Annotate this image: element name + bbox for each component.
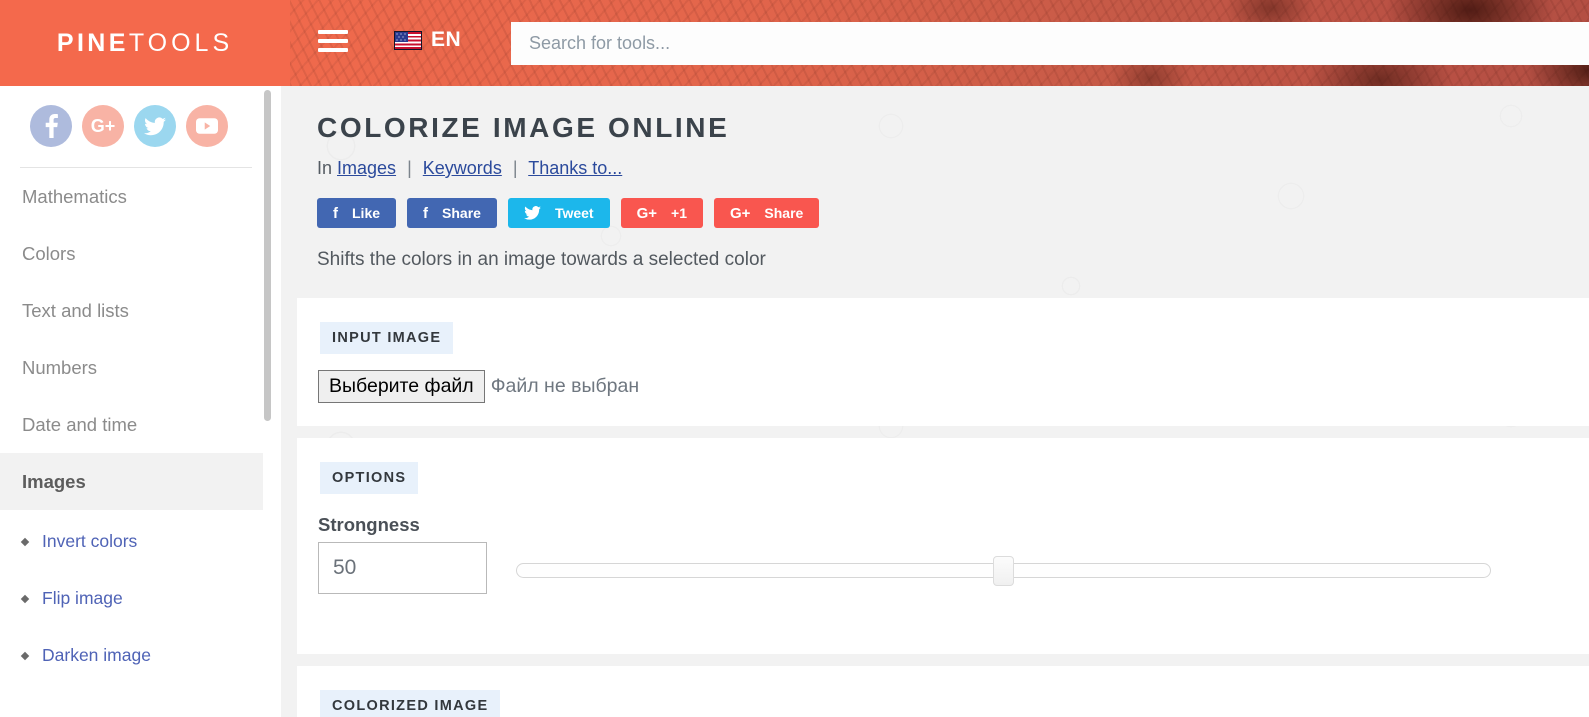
- sidebar-item-label: Mathematics: [22, 185, 127, 207]
- share-button-label: Share: [764, 205, 804, 221]
- choose-file-button[interactable]: Выберите файл: [318, 370, 485, 403]
- slider-thumb[interactable]: [993, 556, 1014, 586]
- sidebar-scrollbar[interactable]: [263, 86, 272, 717]
- google-plus-share-button[interactable]: G+ Share: [713, 198, 820, 228]
- share-button-label: +1: [671, 205, 687, 221]
- sidebar-item-date-and-time[interactable]: Date and time: [0, 396, 272, 453]
- page-title: COLORIZE IMAGE ONLINE: [317, 112, 730, 143]
- hamburger-bar-2: [318, 39, 348, 43]
- breadcrumb: In Images | Keywords | Thanks to...: [317, 158, 622, 179]
- sidebar-item-label: Colors: [22, 242, 76, 264]
- bullet-icon: [20, 594, 30, 603]
- breadcrumb-prefix: In: [317, 158, 333, 178]
- file-upload-row: Выберите файл Файл не выбран: [318, 370, 639, 403]
- hamburger-bar-3: [318, 48, 348, 52]
- sidebar-item-text-and-lists[interactable]: Text and lists: [0, 282, 272, 339]
- sidebar-nav: Mathematics Colors Text and lists Number…: [0, 168, 272, 684]
- bullet-icon: [20, 651, 30, 660]
- hamburger-icon[interactable]: [318, 30, 348, 54]
- options-panel: OPTIONS Strongness: [297, 438, 1589, 654]
- site-header: PINETOOLS EN: [0, 0, 1589, 86]
- twitter-icon[interactable]: [134, 105, 176, 147]
- twitter-tweet-button[interactable]: Tweet: [507, 198, 610, 228]
- search-input[interactable]: [511, 22, 1589, 65]
- share-button-label: Like: [352, 205, 381, 221]
- brand-bold: PINE: [56, 28, 129, 57]
- sidebar-scrollbar-thumb[interactable]: [264, 90, 271, 421]
- brand-light: TOOLS: [128, 28, 234, 57]
- brand-logo-text: PINETOOLS: [57, 29, 233, 58]
- youtube-icon[interactable]: [186, 105, 228, 147]
- facebook-like-button[interactable]: f Like: [317, 198, 397, 228]
- breadcrumb-link-thanks-to[interactable]: Thanks to...: [528, 158, 622, 178]
- main-content: COLORIZE IMAGE ONLINE In Images | Keywor…: [281, 86, 1589, 717]
- language-selector[interactable]: EN: [394, 28, 461, 52]
- facebook-icon: f: [423, 204, 429, 222]
- section-tag-options: OPTIONS: [320, 462, 419, 494]
- google-plus-glyph: G+: [90, 115, 116, 136]
- colorized-image-panel: COLORIZED IMAGE: [297, 666, 1589, 717]
- hamburger-bar-1: [318, 30, 348, 34]
- bullet-icon: [20, 537, 30, 546]
- input-image-panel: INPUT IMAGE Выберите файл Файл не выбран: [297, 298, 1589, 426]
- sidebar-subitem-label: Flip image: [42, 588, 123, 608]
- breadcrumb-link-keywords[interactable]: Keywords: [423, 158, 502, 178]
- sidebar-item-label: Text and lists: [22, 299, 129, 321]
- google-plus-icon: G+: [729, 204, 751, 222]
- sidebar-item-mathematics[interactable]: Mathematics: [0, 168, 272, 225]
- breadcrumb-separator: |: [512, 158, 518, 178]
- sidebar-subitem-label: Invert colors: [42, 531, 138, 551]
- sidebar-item-label: Images: [22, 470, 86, 492]
- social-links: G+: [0, 86, 272, 147]
- sidebar-item-colors[interactable]: Colors: [0, 225, 272, 282]
- sidebar-item-label: Date and time: [22, 413, 138, 435]
- us-flag-icon: [394, 30, 422, 50]
- sidebar-item-images[interactable]: Images: [0, 453, 272, 510]
- breadcrumb-separator: |: [407, 158, 412, 178]
- sidebar-subitem-label: Darken image: [42, 645, 151, 665]
- strongness-label: Strongness: [318, 514, 420, 535]
- facebook-icon: f: [333, 204, 338, 222]
- twitter-glyph: [144, 116, 166, 135]
- section-tag-input-image: INPUT IMAGE: [320, 322, 454, 354]
- language-label: EN: [431, 28, 462, 51]
- sidebar-subnav: Invert colors Flip image Darken image: [0, 510, 272, 684]
- brand-logo[interactable]: PINETOOLS: [0, 0, 290, 86]
- file-status-label: Файл не выбран: [490, 375, 640, 397]
- google-plus-one-button[interactable]: G+ +1: [620, 198, 703, 228]
- share-button-label: Tweet: [554, 205, 594, 221]
- google-plus-icon: G+: [636, 204, 658, 222]
- strongness-input[interactable]: [318, 542, 487, 594]
- tool-description: Shifts the colors in an image towards a …: [317, 249, 766, 270]
- share-button-label: Share: [442, 205, 481, 221]
- strongness-slider[interactable]: [516, 556, 1491, 586]
- breadcrumb-link-images[interactable]: Images: [337, 158, 396, 178]
- facebook-glyph: [45, 114, 58, 138]
- facebook-share-button[interactable]: f Share: [407, 198, 497, 228]
- sidebar-item-numbers[interactable]: Numbers: [0, 339, 272, 396]
- sidebar-subitem-invert-colors[interactable]: Invert colors: [0, 513, 272, 570]
- sidebar: G+ Mathematics Colors Text and lists Num…: [0, 86, 272, 717]
- section-tag-colorized-image: COLORIZED IMAGE: [320, 690, 501, 717]
- share-buttons: f Like f Share Tweet G+ +1 G+ Share: [317, 198, 820, 228]
- youtube-glyph: [196, 118, 218, 134]
- twitter-icon: [524, 206, 541, 220]
- sidebar-subitem-flip-image[interactable]: Flip image: [0, 570, 272, 627]
- google-plus-icon[interactable]: G+: [82, 105, 124, 147]
- sidebar-subitem-darken-image[interactable]: Darken image: [0, 627, 272, 684]
- sidebar-item-label: Numbers: [22, 356, 98, 378]
- facebook-icon[interactable]: [30, 105, 72, 147]
